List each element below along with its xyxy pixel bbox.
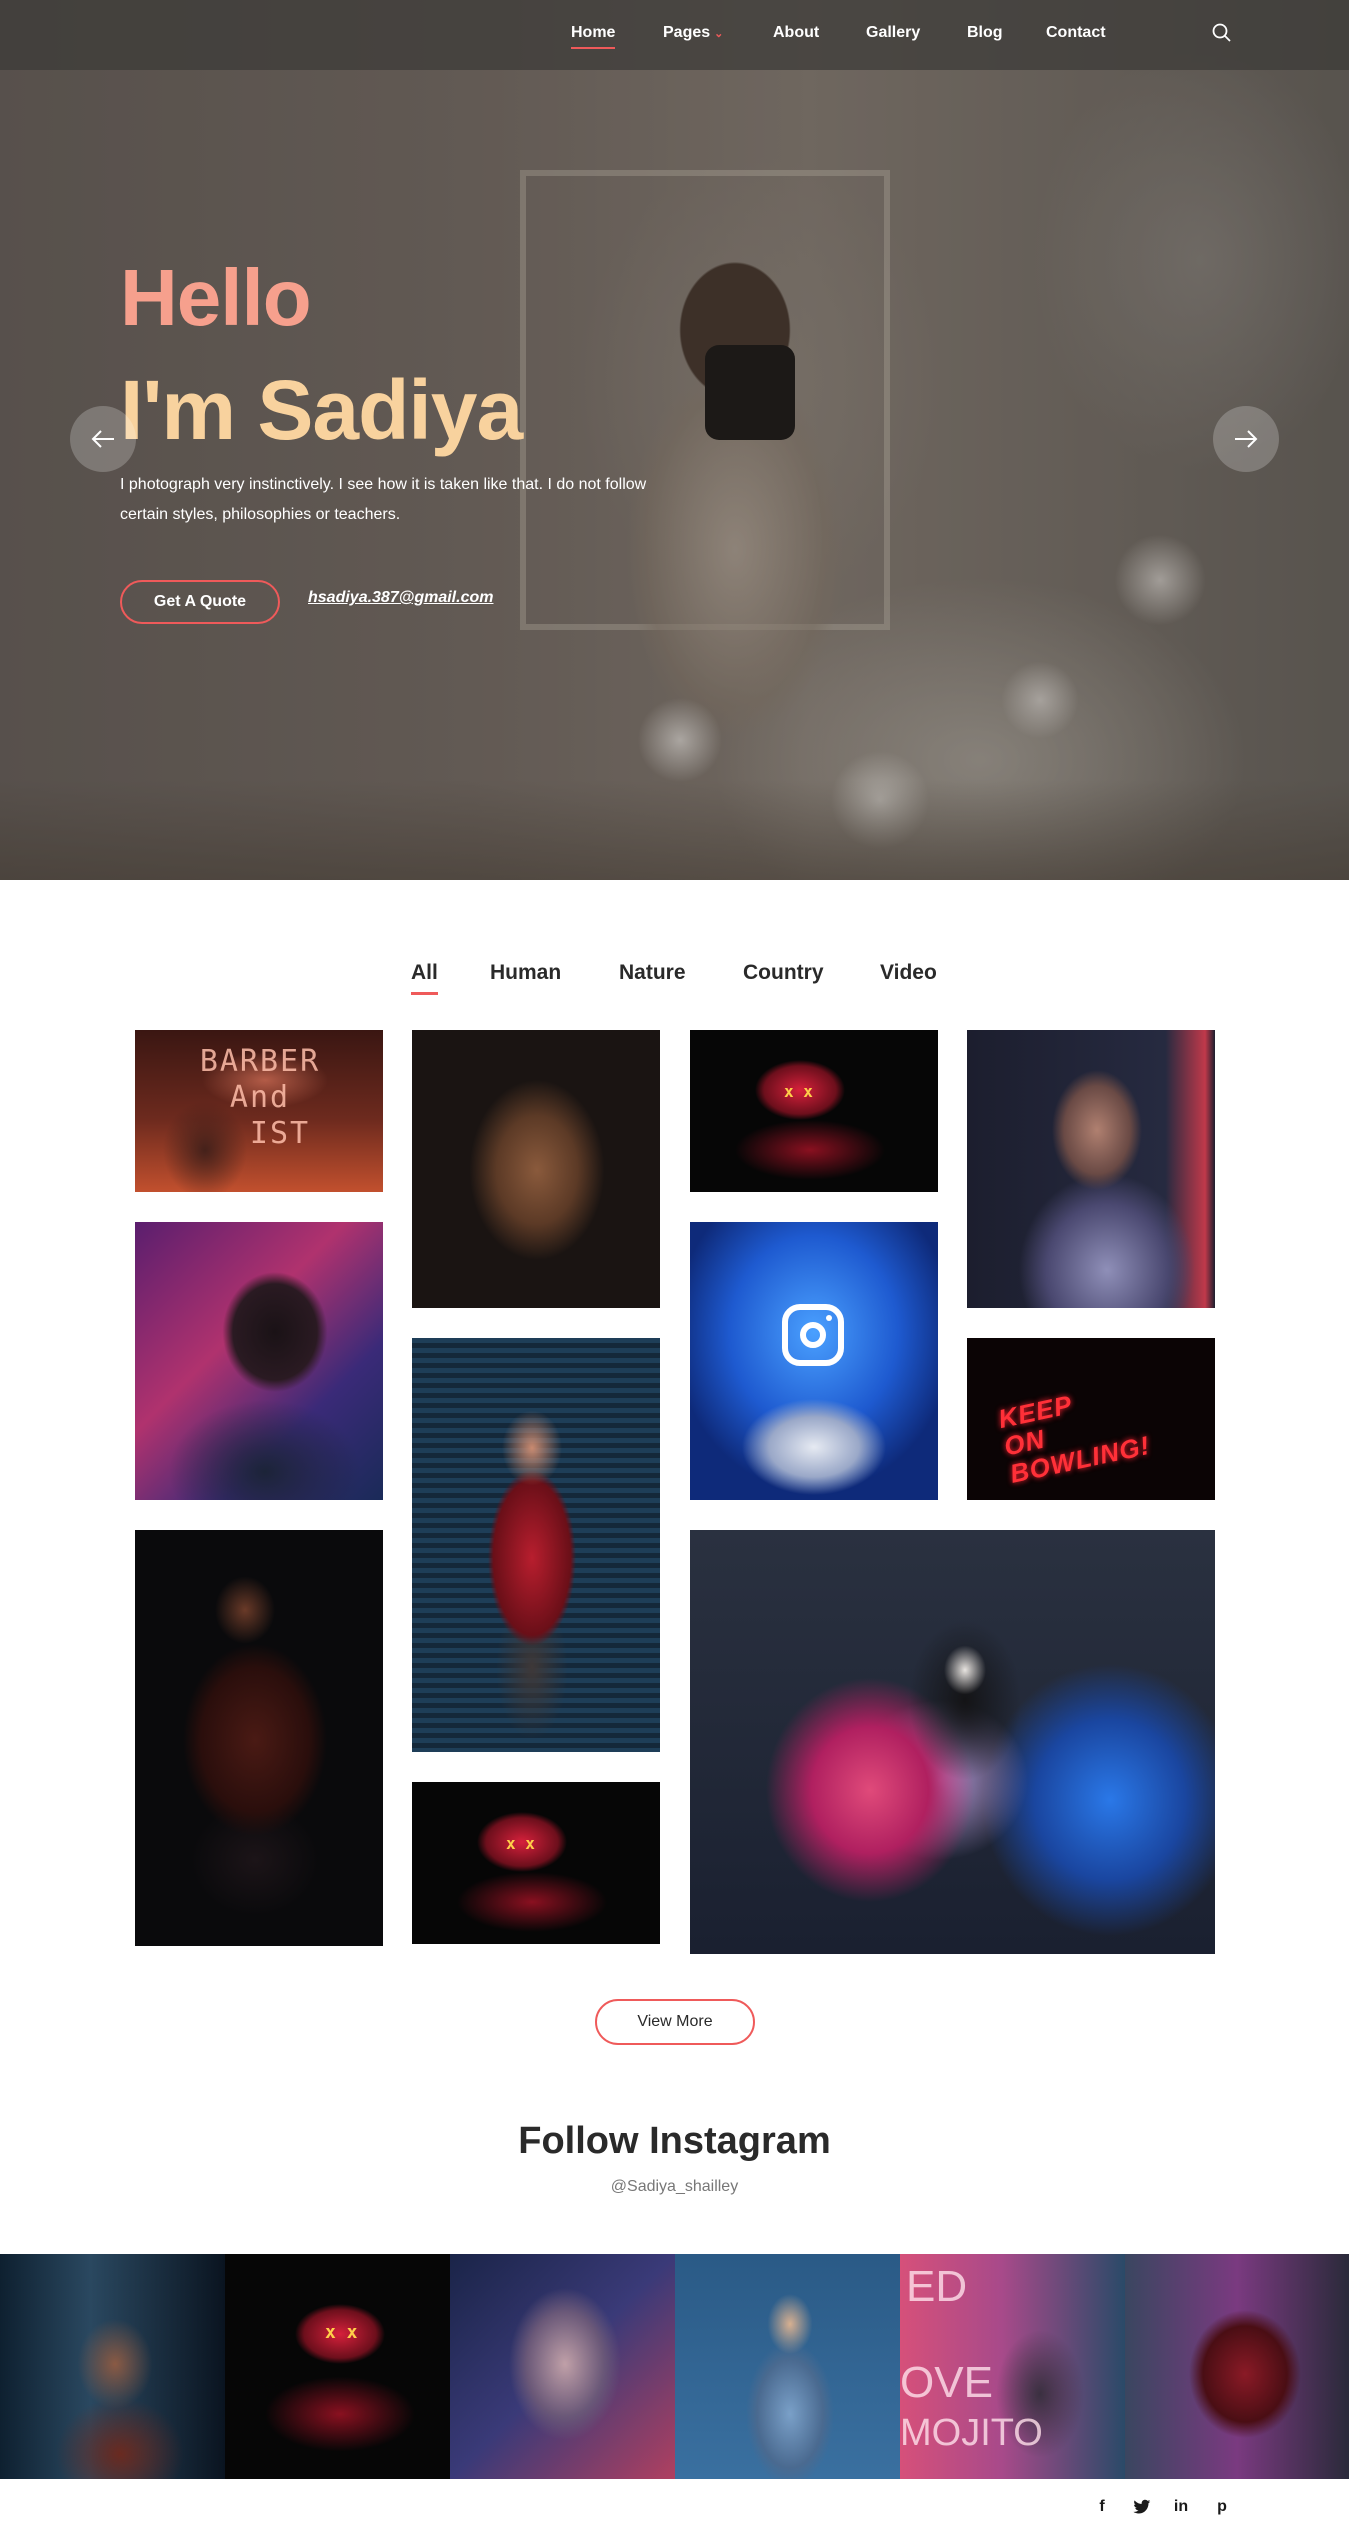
arrow-right-icon — [1235, 430, 1258, 448]
nav-item-home[interactable]: Home — [571, 24, 616, 49]
arrow-left-icon — [91, 430, 114, 448]
instagram-section-title: Follow Instagram — [518, 2120, 831, 2162]
strip-neon-line-1: ED — [906, 2262, 968, 2311]
nav-item-about[interactable]: About — [773, 24, 819, 42]
gallery-item-instagram-bed[interactable] — [690, 1222, 938, 1500]
mask-eyes: x x — [784, 1082, 813, 1101]
nav-item-gallery[interactable]: Gallery — [866, 24, 920, 42]
mask-eyes: x x — [506, 1834, 535, 1853]
hero-banner: Hello I'm Sadiya I photograph very insti… — [0, 0, 1349, 880]
gallery-item-color-smoke[interactable] — [690, 1530, 1215, 1954]
gallery-item-keep-on-bowling[interactable]: KEEP ON BOWLING! — [967, 1338, 1215, 1500]
barber-neon-sign: BARBER And IST — [195, 1044, 325, 1152]
strip-neon-line-2: OVE — [900, 2358, 993, 2407]
gallery-item-red-hoodie[interactable] — [412, 1338, 660, 1752]
instagram-photo-2[interactable]: x x — [225, 2254, 450, 2479]
barber-sign-line-1: BARBER — [199, 1044, 321, 1079]
hero-email-link[interactable]: hsadiya.387@gmail.com — [308, 589, 493, 607]
gallery-item-crouching-man[interactable] — [135, 1530, 383, 1946]
instagram-photo-3[interactable] — [450, 2254, 675, 2479]
hero-greeting: Hello — [120, 253, 312, 342]
gallery-item-led-mask-2[interactable]: x x — [412, 1782, 660, 1944]
gallery-item-painted-face[interactable] — [412, 1030, 660, 1308]
instagram-photo-5[interactable]: ED OVE MOJITO — [900, 2254, 1125, 2479]
instagram-photo-6[interactable] — [1125, 2254, 1349, 2479]
nav-item-contact[interactable]: Contact — [1046, 24, 1106, 42]
filter-tab-country[interactable]: Country — [743, 961, 824, 985]
instagram-handle: @Sadiya_shailley — [610, 2178, 739, 2195]
instagram-photo-1[interactable] — [0, 2254, 225, 2479]
slider-next-button[interactable] — [1213, 406, 1279, 472]
chevron-down-icon: ⌄ — [714, 28, 724, 40]
filter-tab-human[interactable]: Human — [490, 961, 561, 985]
hero-description: I photograph very instinctively. I see h… — [120, 476, 647, 523]
instagram-photo-4[interactable] — [675, 2254, 900, 2479]
linkedin-icon[interactable]: in — [1170, 2496, 1192, 2518]
search-icon[interactable] — [1211, 22, 1233, 44]
hero-name: I'm Sadiya — [120, 363, 523, 457]
filter-tab-all[interactable]: All — [411, 961, 438, 995]
facebook-icon[interactable]: f — [1091, 2496, 1113, 2518]
nav-item-blog[interactable]: Blog — [967, 24, 1003, 42]
gallery-item-barber[interactable]: BARBER And IST — [135, 1030, 383, 1192]
pinterest-icon[interactable]: p — [1211, 2496, 1233, 2518]
gallery-item-neon-portrait[interactable] — [135, 1222, 383, 1500]
gallery-item-led-mask[interactable]: x x — [690, 1030, 938, 1192]
strip-neon-line-3: MOJITO — [900, 2412, 1043, 2454]
filter-tab-video[interactable]: Video — [880, 961, 937, 985]
mask-eyes: x x — [325, 2322, 358, 2343]
bowling-neon-sign: KEEP ON BOWLING! — [996, 1376, 1153, 1489]
slider-prev-button[interactable] — [70, 406, 136, 472]
get-a-quote-button[interactable]: Get A Quote — [120, 580, 280, 624]
top-navbar: Home Pages ⌄ About Gallery Blog Contact — [0, 0, 1349, 70]
view-more-button[interactable]: View More — [595, 1999, 755, 2045]
filter-tab-nature[interactable]: Nature — [619, 961, 686, 985]
gallery-item-man-glasses[interactable] — [967, 1030, 1215, 1308]
barber-sign-line-3: IST — [249, 1116, 311, 1151]
page: Hello I'm Sadiya I photograph very insti… — [0, 0, 1349, 2542]
nav-item-pages[interactable]: Pages ⌄ — [663, 24, 723, 42]
nav-item-pages-label: Pages — [663, 24, 711, 41]
instagram-logo-icon — [782, 1304, 844, 1366]
twitter-icon[interactable] — [1131, 2496, 1153, 2518]
barber-sign-line-2: And — [229, 1080, 291, 1115]
